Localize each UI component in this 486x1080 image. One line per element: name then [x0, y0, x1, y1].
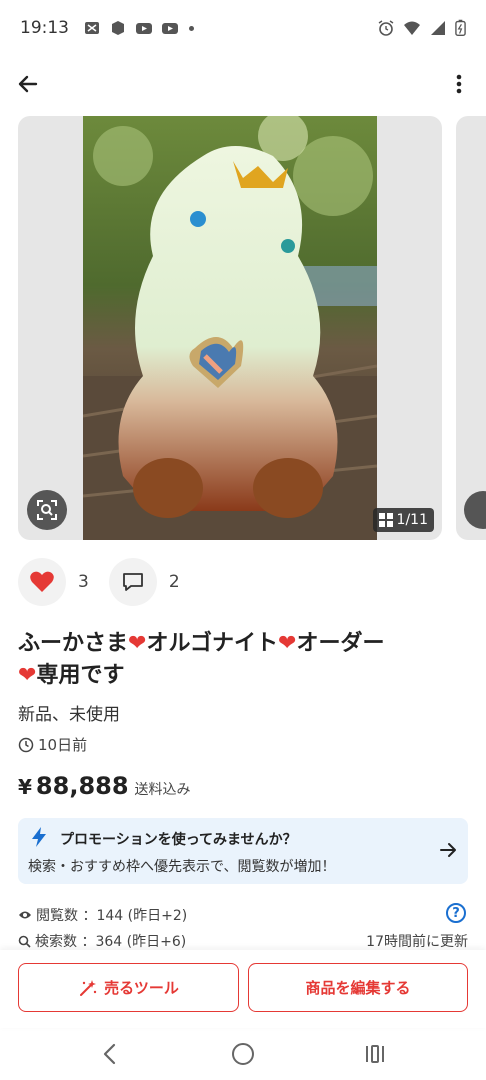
- sell-tool-button[interactable]: 売るツール: [18, 963, 239, 1012]
- nav-recents-icon[interactable]: [364, 1043, 386, 1065]
- image-carousel[interactable]: 1/11: [0, 116, 486, 540]
- youtube-icon: [136, 23, 152, 34]
- battery-icon: [455, 19, 466, 37]
- lens-scan-icon: [37, 500, 57, 520]
- grid-icon: [378, 513, 393, 527]
- help-icon[interactable]: ?: [446, 903, 466, 923]
- promotion-title: プロモーションを使ってみませんか？: [60, 832, 297, 848]
- reactions-row: 3 2: [18, 556, 200, 608]
- youtube-icon: [162, 23, 178, 34]
- shipping-label: 送料込み: [134, 782, 191, 798]
- bottom-action-bar: 売るツール 商品を編集する: [0, 950, 486, 1028]
- search-icon: [18, 935, 31, 948]
- title-part: オーダー: [296, 631, 385, 656]
- comment-button[interactable]: [108, 558, 157, 606]
- arrow-right-icon: [440, 843, 456, 857]
- like-count: 3: [78, 572, 89, 592]
- system-nav-bar: [0, 1030, 486, 1080]
- views-text: 閲覧数 ：144 (昨日+2): [36, 908, 188, 924]
- more-options-icon[interactable]: [452, 70, 466, 98]
- search-text: 検索数 ：364 (昨日+6): [35, 934, 187, 950]
- nav-back-icon[interactable]: [100, 1042, 120, 1066]
- search-stat: 検索数 ：364 (昨日+6): [18, 931, 186, 951]
- more-notifications-dot: [189, 25, 194, 31]
- item-title: ふーかさま❤オルゴナイト❤オーダー ❤専用です: [18, 628, 468, 692]
- price-row: ¥ 88,888 送料込み: [18, 772, 191, 800]
- views-stat: 閲覧数 ：144 (昨日+2): [18, 905, 187, 925]
- heart-emoji-icon: ❤: [278, 631, 297, 656]
- system-icons: [377, 19, 466, 37]
- signal-icon: [431, 21, 445, 35]
- heart-icon: [30, 571, 54, 592]
- heart-emoji-icon: ❤: [18, 663, 37, 688]
- eye-icon: [19, 911, 31, 919]
- posted-time: 10日前: [18, 734, 87, 755]
- clock-icon: [18, 737, 34, 752]
- promotion-description: 検索・おすすめ枠へ優先表示で、閲覧数が増加！: [28, 859, 336, 875]
- updated-time: 17時間前に更新: [366, 934, 468, 950]
- lightning-icon: [32, 827, 46, 847]
- item-condition: 新品、未使用: [18, 705, 120, 725]
- status-bar: 19:13: [0, 0, 486, 56]
- title-part: ふーかさま: [18, 631, 129, 656]
- image-counter-text: 1/11: [396, 512, 428, 528]
- price-value: 88,888: [35, 772, 129, 800]
- back-arrow-icon[interactable]: [14, 70, 42, 98]
- title-part: オルゴナイト: [146, 631, 279, 656]
- sell-tool-label: 売るツール: [104, 979, 179, 997]
- notification-icons: [83, 20, 194, 36]
- comment-count: 2: [168, 572, 180, 592]
- like-button[interactable]: [18, 558, 66, 606]
- edit-item-label: 商品を編集する: [305, 979, 411, 997]
- wifi-icon: [404, 21, 420, 35]
- heart-emoji-icon: ❤: [128, 631, 147, 656]
- comment-icon: [122, 573, 143, 591]
- next-image-search-button[interactable]: [464, 491, 486, 529]
- edit-item-button[interactable]: 商品を編集する: [248, 963, 468, 1012]
- image-counter: 1/11: [372, 508, 434, 532]
- alarm-icon: [378, 20, 394, 36]
- app-bar: [0, 62, 486, 106]
- image-search-button[interactable]: [27, 490, 67, 530]
- promotion-banner[interactable]: プロモーションを使ってみませんか？ 検索・おすすめ枠へ優先表示で、閲覧数が増加！: [18, 818, 468, 884]
- orgonite-figure-image: [83, 116, 377, 540]
- posted-time-text: 10日前: [38, 736, 88, 754]
- photo-card[interactable]: 1/11: [18, 116, 442, 540]
- magic-wand-icon: [80, 979, 97, 996]
- title-part: 専用です: [36, 663, 125, 688]
- price-currency: ¥: [18, 775, 32, 799]
- status-time: 19:13: [20, 18, 69, 38]
- game-notification-icon: [112, 21, 124, 35]
- product-photo[interactable]: [83, 116, 377, 540]
- next-photo-card[interactable]: [456, 116, 486, 540]
- app-notification-icon: [85, 22, 99, 34]
- nav-home-icon[interactable]: [232, 1043, 254, 1065]
